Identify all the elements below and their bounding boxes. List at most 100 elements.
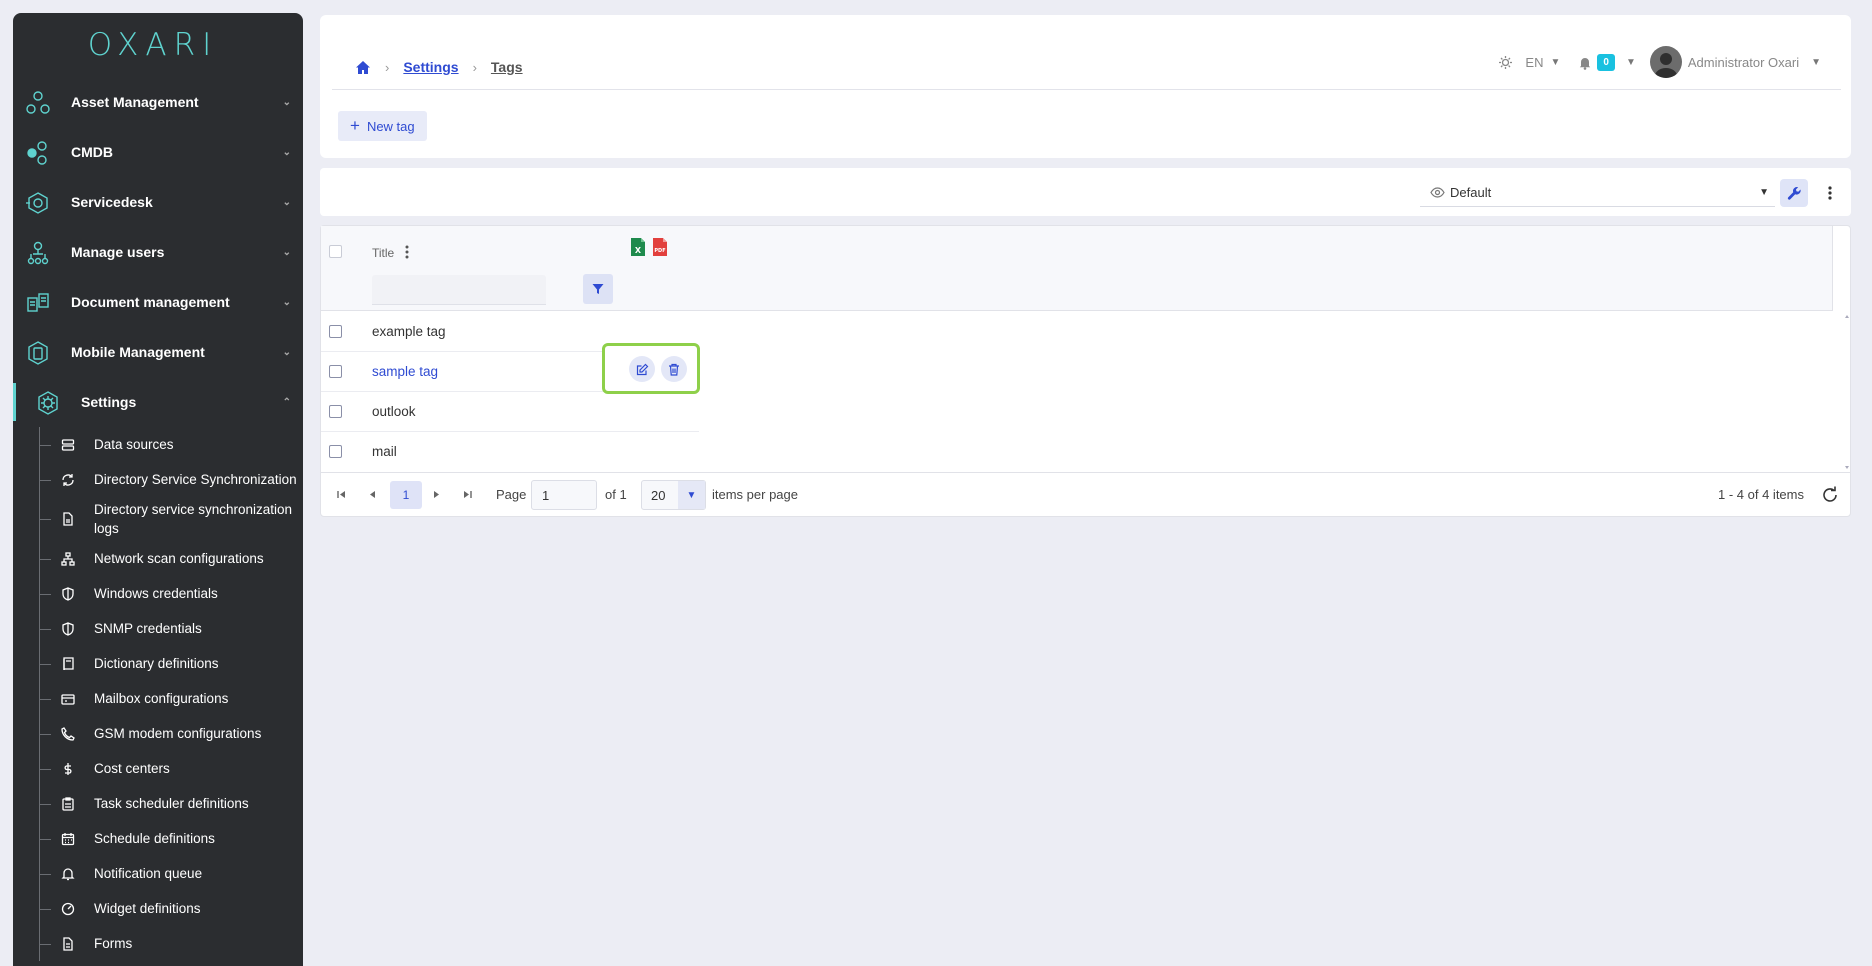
chevron-down-icon: ⌄ [282,147,291,158]
user-name[interactable]: Administrator Oxari [1688,55,1799,70]
language-caret-icon[interactable]: ▼ [1550,57,1560,68]
sidebar-item-asset-management[interactable]: Asset Management ⌄ [13,77,303,127]
sidebar-subitem-label: Task scheduler definitions [94,796,249,811]
oxari-logo[interactable]: OXARI [13,13,303,77]
items-per-page-label: items per page [712,487,798,502]
column-header-title[interactable]: Title [372,246,394,260]
home-icon[interactable] [355,60,371,75]
sidebar-subitem-forms[interactable]: Forms [13,926,303,961]
tag-title: example tag [372,324,446,339]
header-toolbar: EN ▼ 0 ▼ Administrator Oxari ▼ [1498,46,1821,78]
sidebar-subitem-windows-credentials[interactable]: Windows credentials [13,576,303,611]
sidebar-subitem-gsm-modem-configurations[interactable]: GSM modem configurations [13,716,303,751]
avatar[interactable] [1649,46,1682,78]
shield-icon [62,621,74,636]
theme-sun-icon[interactable] [1498,55,1513,70]
sidebar-item-label: Settings [81,394,137,410]
sidebar-subitem-network-scan-configurations[interactable]: Network scan configurations [13,541,303,576]
sidebar-subitem-directory-service-synchronization[interactable]: Directory Service Synchronization [13,462,303,497]
row-checkbox[interactable] [329,325,342,338]
sidebar-item-manage-users[interactable]: Manage users ⌄ [13,227,303,277]
sidebar-subitem-directory-service-synchronization-logs[interactable]: Directory service synchronization logs [13,497,303,541]
calendar-icon [61,832,75,845]
first-page-button[interactable] [333,486,349,502]
sidebar-subitem-mailbox-configurations[interactable]: Mailbox configurations [13,681,303,716]
excel-export-icon[interactable]: X [630,237,646,257]
sidebar-item-cmdb[interactable]: CMDB ⌄ [13,127,303,177]
caret-right-icon [433,490,439,498]
form-icon [63,936,73,951]
document-management-icon [27,293,49,312]
notification-badge[interactable]: 0 [1597,53,1615,71]
language-selector[interactable]: EN [1525,55,1543,70]
sidebar-subitem-label: SNMP credentials [94,621,202,636]
page-number-button[interactable]: 1 [390,481,422,509]
title-filter-input[interactable] [372,275,546,305]
tag-title[interactable]: sample tag [372,364,438,379]
vertical-scrollbar[interactable] [1844,312,1850,472]
sidebar-subitem-widget-definitions[interactable]: Widget definitions [13,891,303,926]
table-row[interactable]: outlook [321,392,699,432]
bell-icon [61,867,75,880]
row-checkbox[interactable] [329,365,342,378]
wrench-button[interactable] [1780,179,1808,207]
sidebar-subitem-schedule-definitions[interactable]: Schedule definitions [13,821,303,856]
notification-caret-icon[interactable]: ▼ [1626,57,1636,68]
sidebar-subitem-label: Notification queue [94,866,203,881]
user-menu-caret-icon[interactable]: ▼ [1811,57,1821,68]
filter-button[interactable] [583,274,613,304]
phone-icon [61,726,75,741]
pdf-export-icon[interactable]: PDF [652,237,668,257]
network-icon [61,551,75,566]
chevron-up-icon: ⌃ [282,397,291,408]
more-options-button[interactable] [1820,181,1840,205]
edit-icon [636,363,648,375]
svg-text:PDF: PDF [654,248,665,254]
first-page-icon [336,490,345,498]
sidebar-item-settings[interactable]: Settings ⌃ [13,377,303,427]
sidebar-subitem-data-sources[interactable]: Data sources [13,427,303,462]
previous-page-button[interactable] [364,486,380,502]
column-menu-icon[interactable] [403,244,411,260]
caret-down-icon: ▼ [1759,187,1769,198]
sidebar-subitem-task-scheduler-definitions[interactable]: Task scheduler definitions [13,786,303,821]
sidebar-subitem-notification-queue[interactable]: Notification queue [13,856,303,891]
sidebar-item-servicedesk[interactable]: Servicedesk ⌄ [13,177,303,227]
settings-submenu: Data sources Directory Service Synchroni… [13,427,303,961]
last-page-button[interactable] [459,486,475,502]
new-tag-button[interactable]: + New tag [338,111,427,141]
tag-title: outlook [372,404,416,419]
sidebar-subitem-snmp-credentials[interactable]: SNMP credentials [13,611,303,646]
next-page-button[interactable] [428,486,444,502]
delete-button[interactable] [661,356,687,382]
sidebar-item-label: Manage users [71,244,165,260]
table-row[interactable]: mail [321,432,699,472]
page-size-select[interactable]: 20 ▼ [641,480,706,510]
kebab-menu-icon [1828,186,1832,200]
page-input[interactable] [531,480,597,510]
sidebar-subitem-dictionary-definitions[interactable]: Dictionary definitions [13,646,303,681]
row-actions-highlight [602,343,700,394]
caret-left-icon [369,490,375,498]
settings-icon [38,391,58,415]
breadcrumb: › Settings › Tags [355,59,523,75]
breadcrumb-settings-link[interactable]: Settings [403,59,458,75]
select-all-checkbox[interactable] [329,245,342,258]
refresh-icon[interactable] [1820,485,1840,505]
sidebar-subitem-label: Dictionary definitions [94,656,219,671]
view-selector-value: Default [1450,185,1492,200]
view-selector[interactable]: Default ▼ [1420,179,1775,207]
dollar-icon [64,762,72,775]
chevron-right-icon: › [472,59,477,75]
sidebar-subitem-cost-centers[interactable]: Cost centers [13,751,303,786]
sidebar-item-document-management[interactable]: Document management ⌄ [13,277,303,327]
bell-icon[interactable] [1578,55,1592,70]
cmdb-icon [27,141,47,165]
row-checkbox[interactable] [329,405,342,418]
sync-icon [62,473,74,486]
sidebar-subitem-label: GSM modem configurations [94,726,262,741]
sidebar-item-label: Mobile Management [71,344,205,360]
edit-button[interactable] [629,356,655,382]
sidebar-item-mobile-management[interactable]: Mobile Management ⌄ [13,327,303,377]
row-checkbox[interactable] [329,445,342,458]
